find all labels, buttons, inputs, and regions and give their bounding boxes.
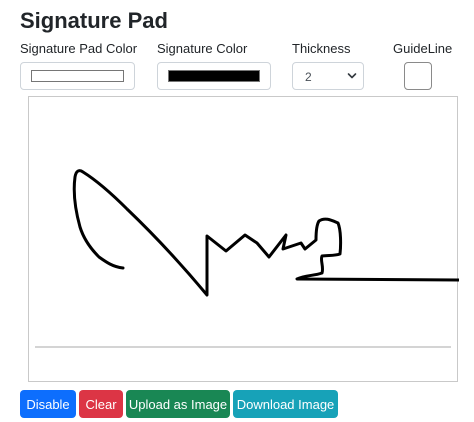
thickness-select[interactable]: 2 [292,62,364,90]
signature-color-input[interactable] [157,62,271,90]
signature-drawing [35,169,459,348]
signature-canvas[interactable] [28,96,459,382]
pad-color-swatch [31,70,124,82]
signature-stroke [72,169,459,297]
pad-color-input[interactable] [20,62,135,90]
pad-color-label: Signature Pad Color [20,41,138,56]
clear-button[interactable]: Clear [79,390,123,418]
signature-color-swatch [168,70,260,82]
upload-image-button[interactable]: Upload as Image [126,390,230,418]
download-image-button[interactable]: Download Image [233,390,338,418]
thickness-value: 2 [305,70,312,84]
disable-button[interactable]: Disable [20,390,76,418]
guideline-label: GuideLine [393,41,453,56]
chevron-down-icon [347,73,357,79]
page-title: Signature Pad [20,8,168,33]
thickness-label: Thickness [292,41,351,56]
guideline-checkbox[interactable] [404,62,432,90]
signature-color-label: Signature Color [157,41,248,56]
